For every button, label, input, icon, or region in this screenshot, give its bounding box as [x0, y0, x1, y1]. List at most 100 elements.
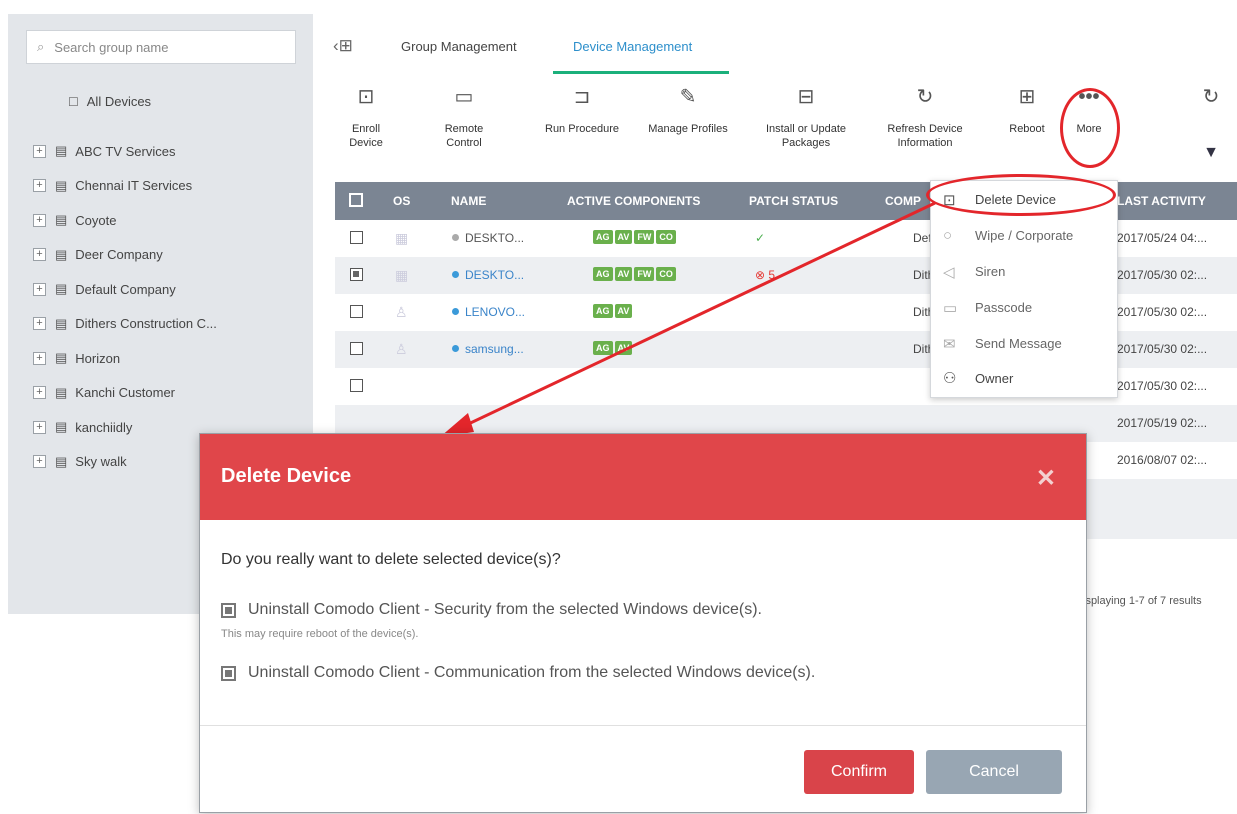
install-label-line1: Install or Update	[765, 123, 847, 135]
row-checkbox[interactable]	[350, 268, 363, 281]
menu-item-siren[interactable]: Siren	[975, 264, 1005, 279]
building-icon: ▤	[55, 419, 68, 435]
header-name[interactable]: NAME	[451, 194, 486, 208]
run-procedure-label: Run Procedure	[545, 123, 619, 135]
search-group-input[interactable]: ⌕ Search group name	[26, 30, 296, 64]
sidebar-item-group[interactable]: + ▤ Deer Company	[33, 238, 217, 273]
component-badge: FW	[634, 230, 655, 244]
status-dot	[452, 234, 459, 241]
patch-status[interactable]: ⊗ 5	[755, 268, 775, 282]
tab-device-management[interactable]: Device Management	[573, 39, 692, 54]
expand-icon[interactable]: +	[33, 351, 46, 365]
sidebar-item-group[interactable]: + ▤ kanchiidly	[33, 410, 217, 445]
expand-icon[interactable]: +	[33, 282, 46, 296]
confirm-button[interactable]: Confirm	[804, 750, 914, 794]
reboot-button[interactable]: ⊞ Reboot	[1005, 84, 1049, 136]
windows-icon: ▦	[395, 267, 409, 283]
active-tab-indicator	[553, 71, 729, 74]
install-update-packages-button[interactable]: ⊟ Install or Update Packages	[761, 84, 851, 150]
uninstall-security-label: Uninstall Comodo Client - Security from …	[248, 601, 762, 618]
header-comp[interactable]: COMP	[885, 194, 921, 208]
header-last-activity[interactable]: LAST ACTIVITY	[1117, 194, 1206, 208]
passcode-icon: ▭	[943, 300, 958, 317]
device-name[interactable]: DESKTO...	[465, 268, 524, 282]
expand-icon[interactable]: +	[33, 455, 46, 469]
row-checkbox[interactable]	[350, 305, 363, 318]
group-label: Kanchi Customer	[75, 385, 176, 401]
header-patch-status[interactable]: PATCH STATUS	[749, 194, 838, 208]
building-icon: ▤	[55, 212, 68, 228]
tree-toggle-icon[interactable]: ‹⊞	[333, 36, 353, 56]
refresh-label-line2: Information	[897, 137, 953, 149]
reload-grid-button[interactable]: ↻	[1199, 84, 1223, 122]
search-icon: ⌕	[37, 39, 45, 54]
app-window: ⌕ Search group name ☐ All Devices + ▤ ABC …	[0, 0, 1237, 814]
last-activity: 2017/05/24 04:...	[1117, 231, 1208, 245]
building-icon: ▤	[55, 177, 68, 193]
component-badge: FW	[634, 267, 655, 281]
uninstall-communication-checkbox[interactable]	[221, 665, 236, 681]
status-dot	[452, 345, 459, 352]
uninstall-communication-option[interactable]: Uninstall Comodo Client - Communication …	[221, 664, 815, 682]
sidebar-item-group[interactable]: + ▤ Dithers Construction C...	[33, 307, 217, 342]
sidebar-item-group[interactable]: + ▤ ABC TV Services	[33, 134, 217, 169]
reboot-note: This may require reboot of the device(s)…	[221, 628, 419, 640]
select-all-checkbox[interactable]	[349, 193, 363, 207]
remote-label: Remote Control	[444, 123, 484, 149]
run-procedure-button[interactable]: ⊐ Run Procedure	[537, 84, 627, 136]
menu-item-send-message[interactable]: Send Message	[975, 336, 1062, 351]
tab-group-management[interactable]: Group Management	[401, 39, 517, 54]
install-label-line2: Packages	[781, 137, 831, 149]
refresh-device-information-button[interactable]: ↻ Refresh Device Information	[880, 84, 970, 150]
sidebar-item-group[interactable]: + ▤ Chennai IT Services	[33, 169, 217, 204]
remote-control-button[interactable]: ▭ Remote Control	[429, 84, 499, 150]
active-components: AG AV	[593, 341, 633, 355]
menu-item-passcode[interactable]: Passcode	[975, 300, 1032, 315]
refresh-icon: ↻	[916, 86, 934, 108]
sidebar-item-group[interactable]: + ▤ Kanchi Customer	[33, 376, 217, 411]
patch-status: ✓	[755, 231, 766, 245]
annotation-circle-more	[1060, 88, 1120, 168]
expand-icon[interactable]: +	[33, 386, 46, 400]
header-active-components[interactable]: ACTIVE COMPONENTS	[567, 194, 700, 208]
sidebar-item-all-devices[interactable]: ☐ All Devices	[68, 94, 151, 109]
enroll-device-button[interactable]: ⊡ Enroll Device	[341, 84, 391, 150]
component-badge: AV	[614, 267, 633, 281]
manage-profiles-button[interactable]: ✎ Manage Profiles	[643, 84, 733, 136]
active-components: AG AV	[593, 304, 633, 318]
group-label: Chennai IT Services	[75, 178, 193, 194]
expand-icon[interactable]: +	[33, 248, 46, 262]
row-checkbox[interactable]	[350, 379, 363, 392]
row-checkbox[interactable]	[350, 342, 363, 355]
menu-item-wipe-corporate[interactable]: Wipe / Corporate	[975, 228, 1073, 243]
expand-icon[interactable]: +	[33, 179, 46, 193]
row-checkbox[interactable]	[350, 231, 363, 244]
device-name[interactable]: DESKTO...	[465, 231, 524, 245]
sidebar-item-group[interactable]: + ▤ Default Company	[33, 272, 217, 307]
tab-bar: ‹⊞ Group Management Device Management	[321, 14, 1237, 76]
uninstall-communication-label: Uninstall Comodo Client - Communication …	[248, 664, 816, 681]
expand-icon[interactable]: +	[33, 317, 46, 331]
filter-button[interactable]: ▼	[1199, 140, 1223, 178]
device-name[interactable]: samsung...	[465, 342, 524, 356]
sidebar-item-group[interactable]: + ▤ Coyote	[33, 203, 217, 238]
message-icon: ✉	[943, 336, 956, 353]
component-badge: CO	[656, 230, 676, 244]
expand-icon[interactable]: +	[33, 144, 46, 158]
package-icon: ⊟	[797, 86, 815, 108]
sidebar-item-group[interactable]: + ▤ Horizon	[33, 341, 217, 376]
expand-icon[interactable]: +	[33, 420, 46, 434]
group-label: Default Company	[75, 281, 176, 297]
menu-item-owner[interactable]: Owner	[975, 371, 1013, 386]
component-badge: AG	[593, 230, 613, 244]
uninstall-security-checkbox[interactable]	[221, 602, 236, 618]
header-os[interactable]: OS	[393, 194, 410, 208]
reload-icon: ↻	[1202, 86, 1220, 108]
dialog-title: Delete Device	[221, 465, 352, 487]
device-name[interactable]: LENOVO...	[465, 305, 525, 319]
uninstall-security-option[interactable]: Uninstall Comodo Client - Security from …	[221, 601, 762, 619]
cancel-button[interactable]: Cancel	[926, 750, 1062, 794]
close-icon[interactable]: ✕	[1036, 464, 1056, 493]
expand-icon[interactable]: +	[33, 213, 46, 227]
sidebar-item-group[interactable]: + ▤ Sky walk	[33, 445, 217, 480]
